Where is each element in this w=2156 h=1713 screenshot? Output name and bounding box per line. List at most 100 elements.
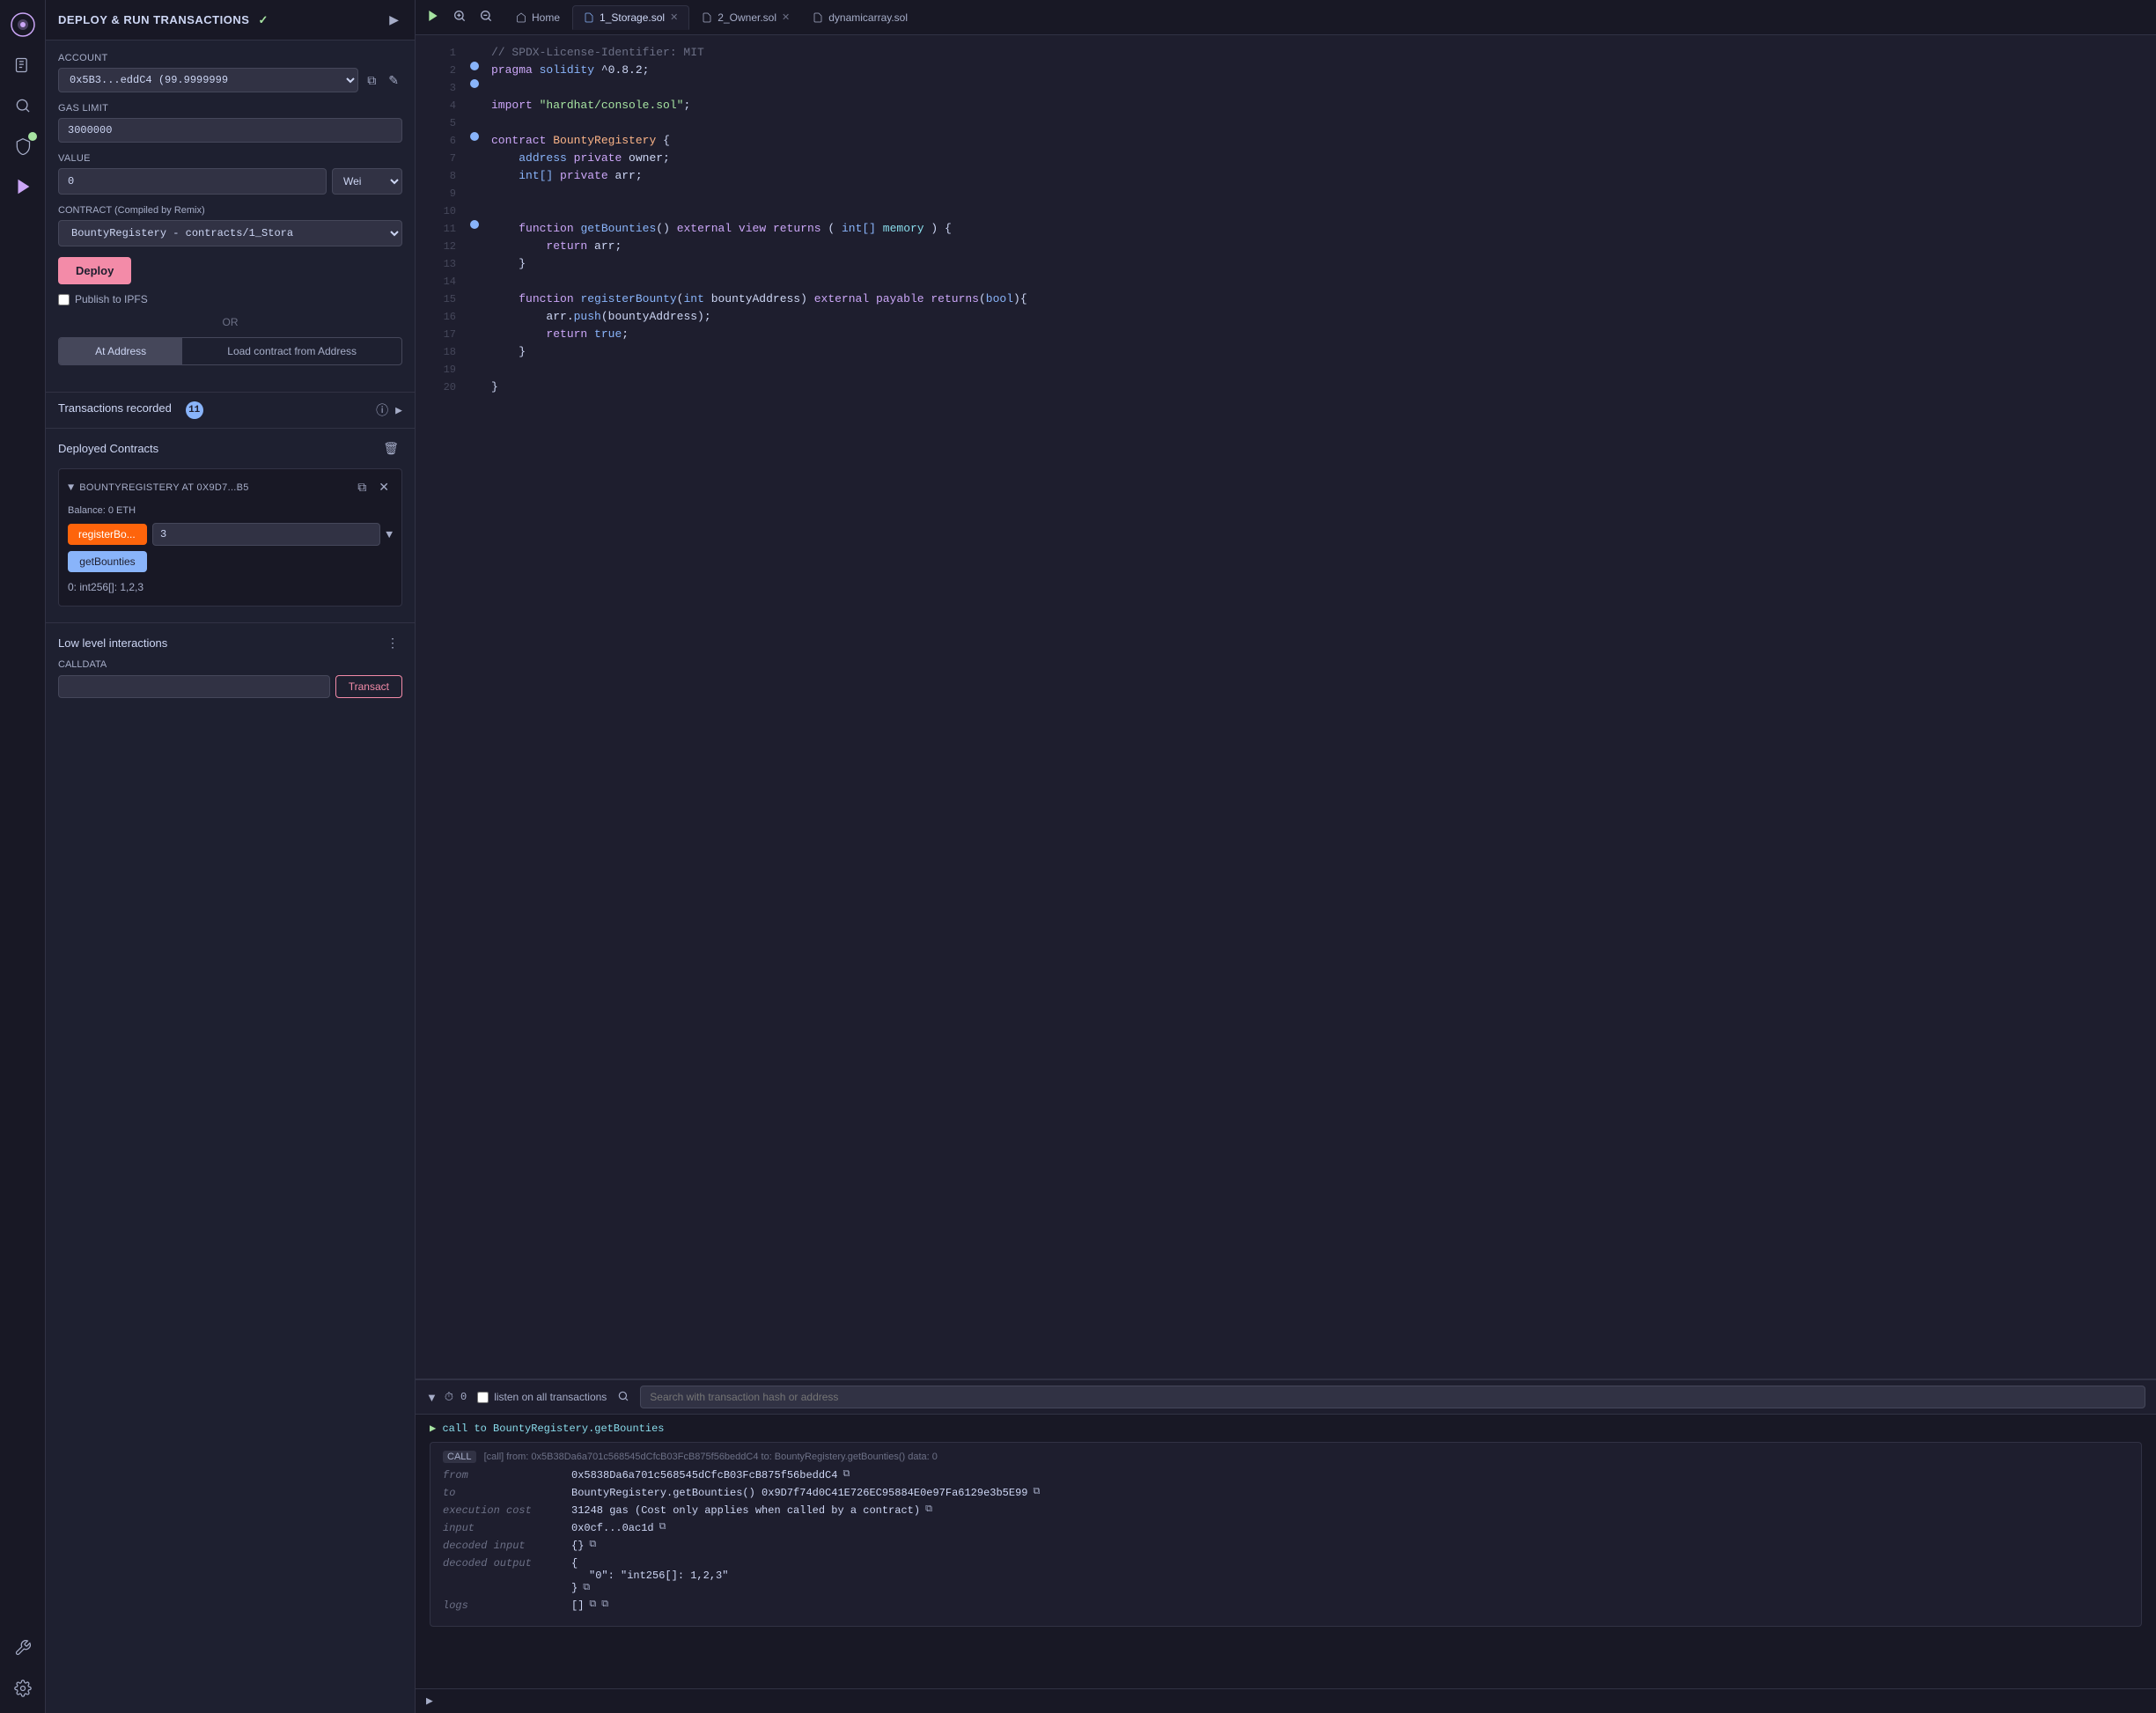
copy-logs-icon-2[interactable]: ⧉: [601, 1599, 608, 1610]
listen-row: listen on all transactions: [477, 1391, 607, 1403]
tab-owner[interactable]: 2_Owner.sol ✕: [691, 6, 800, 29]
console-body: ▶ call to BountyRegistery.getBounties CA…: [416, 1415, 2156, 1688]
low-level-title: Low level interactions: [58, 636, 167, 650]
log-val-decoded-output: { "0": "int256[]: 1,2,3" } ⧉: [571, 1557, 2129, 1594]
console-count: 0: [460, 1391, 467, 1403]
transact-button[interactable]: Transact: [335, 675, 402, 698]
logo-icon[interactable]: [5, 7, 40, 42]
value-input[interactable]: [58, 168, 327, 195]
zoom-out-icon[interactable]: [475, 5, 497, 29]
close-tab-owner[interactable]: ✕: [782, 11, 790, 23]
at-address-button[interactable]: At Address: [59, 338, 182, 364]
console-clock-icon[interactable]: ⏱: [445, 1390, 453, 1404]
console-collapse-icon[interactable]: ▼: [426, 1391, 438, 1404]
contract-select[interactable]: BountyRegistery - contracts/1_Stora: [58, 220, 402, 246]
register-bounty-input[interactable]: [152, 523, 380, 546]
right-panel: Home 1_Storage.sol ✕ 2_Owner.sol ✕ dynam…: [416, 0, 2156, 1713]
breakpoint-dot-3[interactable]: [470, 79, 479, 88]
listen-checkbox[interactable]: [477, 1392, 489, 1403]
log-key-decoded-output: decoded output: [443, 1557, 566, 1570]
code-line-18: 18 }: [416, 343, 2156, 361]
breakpoint-dot-6[interactable]: [470, 132, 479, 141]
console-footer-chevron-icon[interactable]: ▶: [426, 1695, 433, 1708]
log-key-to: to: [443, 1487, 566, 1499]
contract-chevron-icon[interactable]: ▼: [68, 482, 74, 494]
files-icon[interactable]: [5, 48, 40, 83]
code-editor: 1 // SPDX-License-Identifier: MIT 2 prag…: [416, 35, 2156, 1378]
tab-storage[interactable]: 1_Storage.sol ✕: [572, 5, 689, 30]
close-tab-storage[interactable]: ✕: [670, 11, 678, 23]
register-bounty-button[interactable]: registerBo...: [68, 524, 147, 545]
code-line-4: 4 import "hardhat/console.sol";: [416, 97, 2156, 114]
log-row-decoded-input: decoded input {} ⧉: [443, 1540, 2129, 1552]
edit-account-button[interactable]: ✎: [385, 70, 402, 92]
search-icon[interactable]: [5, 88, 40, 123]
account-label: ACCOUNT: [58, 53, 402, 63]
left-panel: DEPLOY & RUN TRANSACTIONS ✓ ▶ ACCOUNT 0x…: [46, 0, 416, 1713]
log-row-decoded-output: decoded output { "0": "int256[]: 1,2,3" …: [443, 1557, 2129, 1594]
low-level-options-button[interactable]: ⋮: [383, 632, 402, 654]
log-key-logs: logs: [443, 1599, 566, 1612]
expand-panel-button[interactable]: ▶: [386, 9, 402, 31]
tab-home[interactable]: Home: [505, 6, 570, 29]
code-line-10: 10: [416, 202, 2156, 220]
copy-contract-button[interactable]: ⧉: [354, 476, 370, 498]
copy-account-button[interactable]: ⧉: [364, 70, 379, 92]
account-row: 0x5B3...eddC4 (99.9999999 ⧉ ✎: [58, 68, 402, 92]
code-line-16: 16 arr.push(bountyAddress);: [416, 308, 2156, 326]
value-unit-select[interactable]: Wei Gwei Finney Ether: [332, 168, 402, 195]
deployed-contracts-section: Deployed Contracts 🗑 ▼ BOUNTYREGISTERY A…: [46, 428, 415, 622]
get-bounties-button[interactable]: getBounties: [68, 551, 147, 572]
tools-icon[interactable]: [5, 1630, 40, 1665]
run-icon[interactable]: [423, 5, 444, 29]
publish-ipfs-checkbox[interactable]: [58, 294, 70, 305]
code-line-15: 15 function registerBounty(int bountyAdd…: [416, 290, 2156, 308]
log-key-decoded-input: decoded input: [443, 1540, 566, 1552]
account-select[interactable]: 0x5B3...eddC4 (99.9999999: [58, 68, 358, 92]
breakpoint-dot-11[interactable]: [470, 220, 479, 229]
deployed-contracts-title: Deployed Contracts: [58, 442, 158, 455]
log-row-execution-cost: execution cost 31248 gas (Cost only appl…: [443, 1504, 2129, 1517]
copy-to-icon[interactable]: ⧉: [1033, 1487, 1040, 1497]
copy-input-icon[interactable]: ⧉: [659, 1522, 666, 1533]
copy-execution-cost-icon[interactable]: ⧉: [925, 1504, 932, 1515]
load-contract-button[interactable]: Load contract from Address: [182, 338, 401, 364]
tab-bar: Home 1_Storage.sol ✕ 2_Owner.sol ✕ dynam…: [416, 0, 2156, 35]
code-line-8: 8 int[] private arr;: [416, 167, 2156, 185]
copy-from-icon[interactable]: ⧉: [843, 1469, 850, 1480]
contract-item: ▼ BOUNTYREGISTERY AT 0X9D7...B5 ⧉ ✕ Bala…: [58, 468, 402, 607]
call-badge: CALL: [443, 1451, 476, 1463]
plugin-badge: [28, 132, 37, 141]
console-search-icon[interactable]: [617, 1390, 629, 1405]
code-line-19: 19: [416, 361, 2156, 379]
log-call-line: CALL [call] from: 0x5B38Da6a701c568545dC…: [443, 1452, 2129, 1462]
breakpoint-dot-2[interactable]: [470, 62, 479, 70]
register-fn-chevron-icon[interactable]: ▼: [386, 528, 393, 541]
close-contract-button[interactable]: ✕: [375, 476, 393, 498]
tab-dynamicarray[interactable]: dynamicarray.sol: [802, 6, 918, 29]
plugin-icon[interactable]: [5, 129, 40, 164]
transactions-title: Transactions recorded: [58, 401, 172, 415]
info-icon[interactable]: ⓘ: [376, 401, 388, 419]
contract-item-body: Balance: 0 ETH registerBo... ▼ getBounti…: [59, 505, 401, 606]
deploy-run-icon[interactable]: [5, 169, 40, 204]
fn-row-get-bounties: getBounties: [68, 551, 393, 572]
transactions-section-header[interactable]: Transactions recorded 11 ⓘ ▶: [46, 392, 415, 428]
console-search-input[interactable]: [640, 1386, 2145, 1408]
settings-icon[interactable]: [5, 1671, 40, 1706]
gas-limit-input[interactable]: [58, 118, 402, 143]
calldata-input[interactable]: [58, 675, 330, 698]
copy-logs-icon-1[interactable]: ⧉: [589, 1599, 596, 1610]
code-line-5: 5: [416, 114, 2156, 132]
panel-title: DEPLOY & RUN TRANSACTIONS ✓: [58, 13, 269, 27]
contract-output: 0: int256[]: 1,2,3: [68, 577, 393, 597]
log-row-to: to BountyRegistery.getBounties() 0x9D7f7…: [443, 1487, 2129, 1499]
copy-decoded-input-icon[interactable]: ⧉: [589, 1540, 596, 1550]
zoom-in-icon[interactable]: [449, 5, 470, 29]
deploy-button[interactable]: Deploy: [58, 257, 131, 284]
delete-contracts-button[interactable]: 🗑: [379, 437, 402, 459]
log-val-input: 0x0cf...0ac1d ⧉: [571, 1522, 2129, 1534]
transactions-chevron-icon[interactable]: ▶: [395, 404, 402, 417]
icon-bar: [0, 0, 46, 1713]
copy-decoded-output-icon[interactable]: ⧉: [583, 1583, 590, 1593]
